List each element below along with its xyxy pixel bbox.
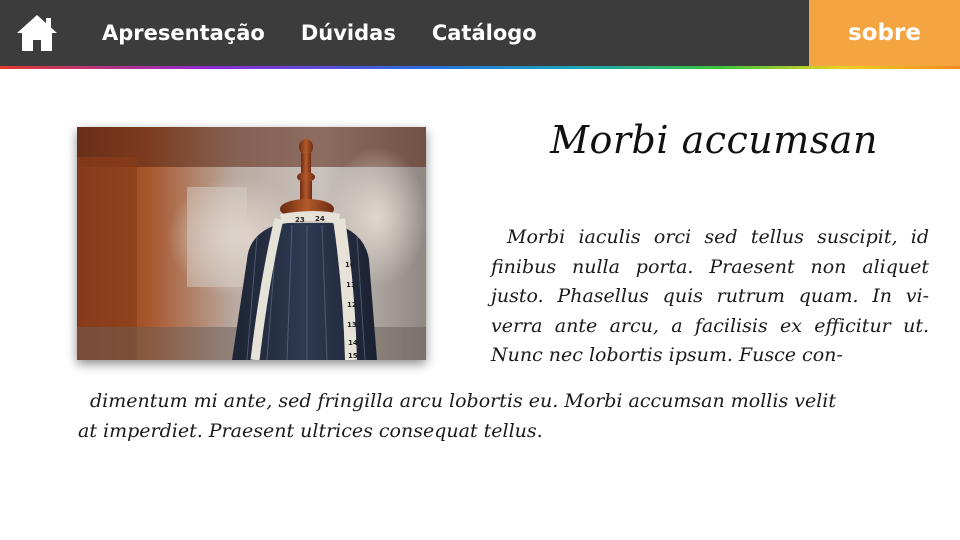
tape-number: 12 [347, 301, 357, 309]
tape-number: 23 [295, 216, 305, 224]
page-title: Morbi accumsan [550, 118, 878, 162]
tape-number: 11 [346, 281, 356, 289]
text-line: Morbi iaculis orci sed tellus suscipit, … [507, 226, 929, 248]
mannequin-photo: 23 24 10 11 12 13 14 15 [77, 127, 426, 360]
text-line: Nunc nec lobortis ipsum. Fusce con- [491, 344, 843, 367]
text-line: dimentum mi ante, sed fringilla arcu lob… [90, 390, 837, 412]
nav-item-apresentacao[interactable]: Apresentação [102, 21, 265, 45]
tape-number: 10 [345, 261, 355, 269]
tape-number: 15 [348, 352, 358, 360]
sobre-button[interactable]: sobre [809, 0, 960, 66]
tape-number: 13 [347, 321, 357, 329]
text-line: at imperdiet. Praesent ultrices consequa… [78, 419, 543, 442]
nav-item-duvidas[interactable]: Dúvidas [301, 21, 396, 45]
rainbow-divider [0, 66, 960, 69]
nav-item-catalogo[interactable]: Catálogo [432, 21, 537, 45]
home-icon [17, 15, 57, 51]
text-line: justo. Phasellus quis rutrum quam. In vi… [491, 285, 929, 308]
text-line: verra ante arcu, a facilisis ex efficitu… [491, 314, 929, 337]
tape-number: 14 [348, 339, 358, 347]
tape-number: 24 [315, 215, 325, 223]
text-line: finibus nulla porta. Praesent non alique… [491, 255, 929, 278]
body-text-bottom: dimentum mi ante, sed fringilla arcu lob… [78, 387, 928, 446]
home-button[interactable] [14, 12, 60, 54]
main-nav: Apresentação Dúvidas Catálogo [84, 0, 555, 66]
top-navigation-bar: Apresentação Dúvidas Catálogo sobre [0, 0, 960, 66]
body-text-right: Morbi iaculis orci sed tellus suscipit, … [491, 223, 929, 371]
